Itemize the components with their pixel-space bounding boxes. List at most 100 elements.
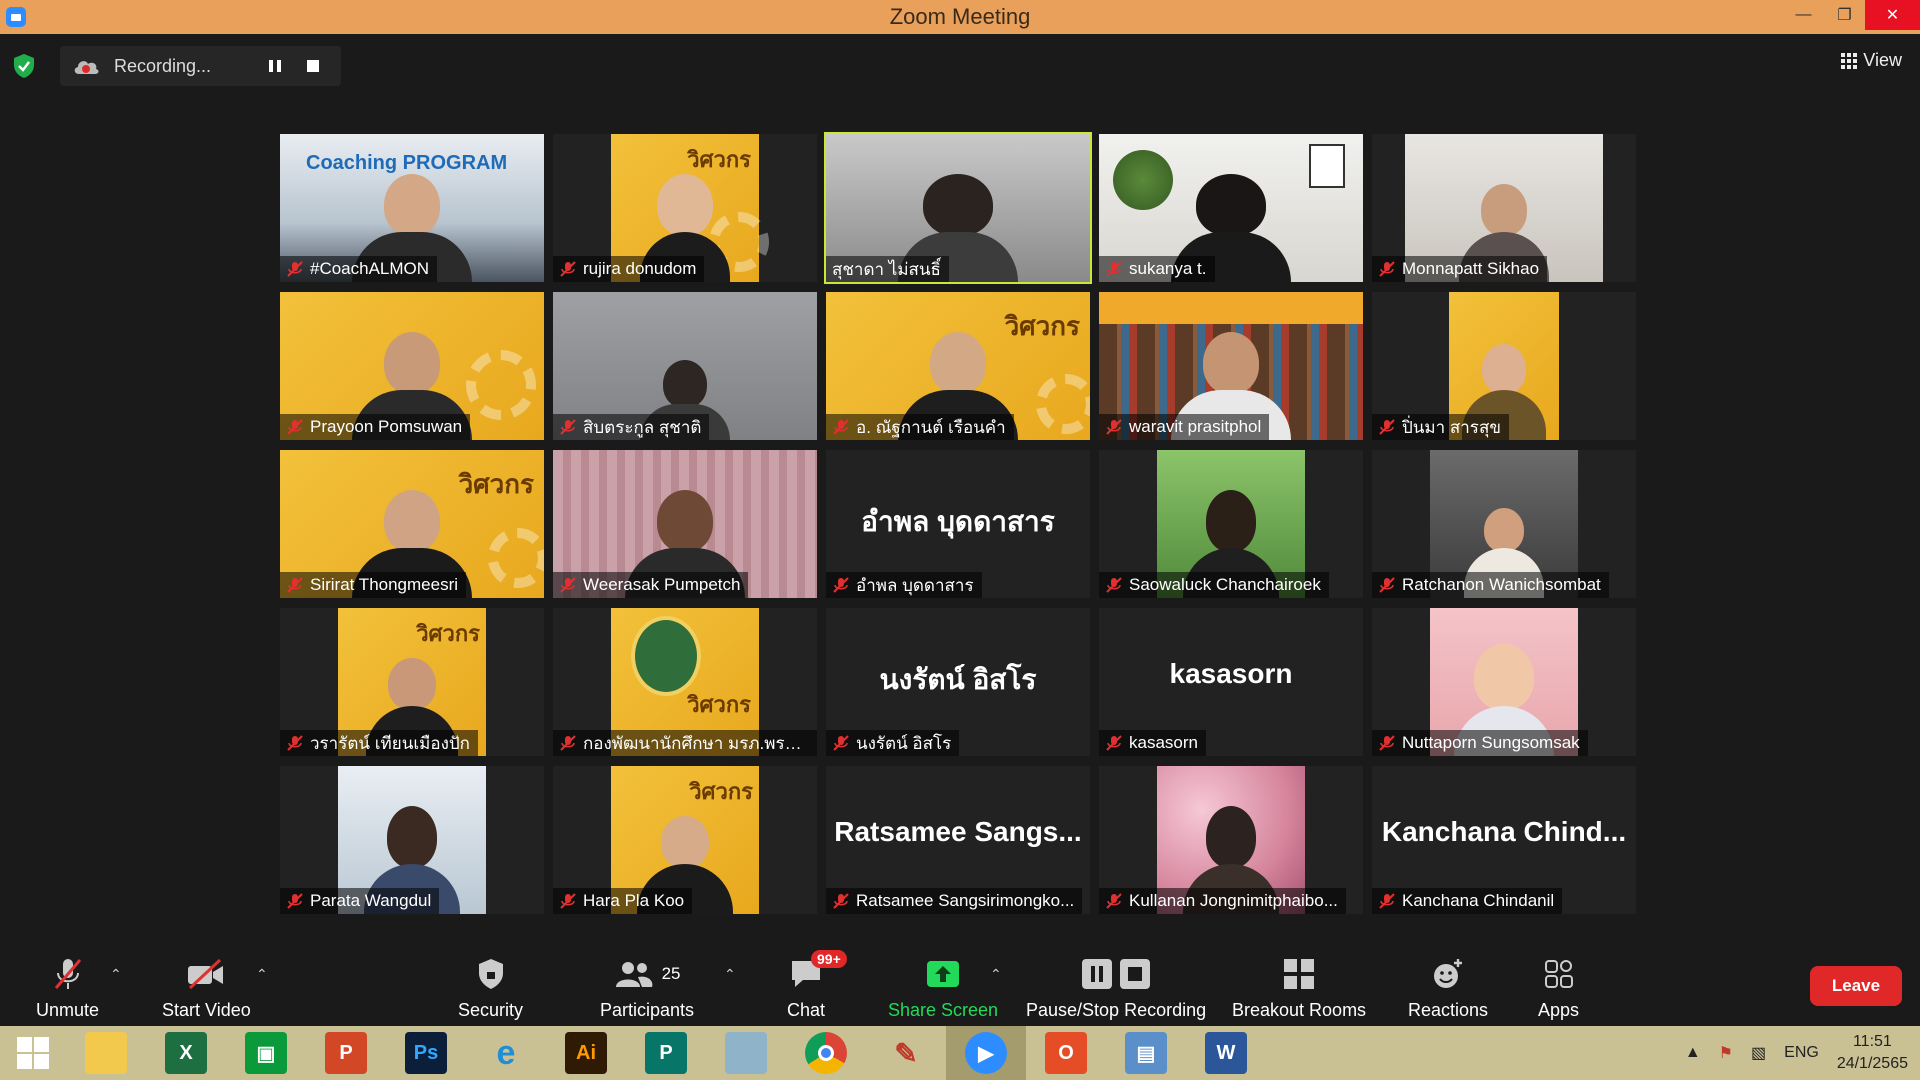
participant-tile-active-speaker[interactable]: สุชาดา ไม่สนธิ์ — [824, 132, 1092, 284]
participant-tile[interactable]: วิศวกร rujira donudom — [553, 134, 817, 282]
participant-tile[interactable]: Weerasak Pumpetch — [553, 450, 817, 598]
participant-name: วรารัตน์ เทียนเมืองปัก — [310, 733, 470, 753]
clock-time: 11:51 — [1852, 1033, 1892, 1050]
pause-stop-recording-button[interactable]: Pause/Stop Recording — [1026, 954, 1206, 1021]
os-taskbar: X ▣ P Ps e Ai P ✎ ▶ O ▤ W ▲ ⚑ ▧ ENG 11:5… — [0, 1026, 1920, 1080]
meeting-toolbar: Unmute ⌃ Start Video ⌃ Security 25 Parti… — [0, 944, 1920, 1026]
start-button[interactable] — [0, 1026, 66, 1080]
participant-tile[interactable]: อำพล บุดดาสาร อำพล บุดดาสาร — [826, 450, 1090, 598]
participant-tile[interactable]: Monnapatt Sikhao — [1372, 134, 1636, 282]
participant-tile[interactable]: วิศวกร Hara Pla Koo — [553, 766, 817, 914]
taskbar-zoom[interactable]: ▶ — [946, 1026, 1026, 1080]
breakout-rooms-button[interactable]: Breakout Rooms — [1232, 954, 1366, 1021]
taskbar-notes[interactable] — [706, 1026, 786, 1080]
participant-tile[interactable]: วิศวกร Sirirat Thongmeesri — [280, 450, 544, 598]
participant-tile[interactable]: Ratsamee Sangs... Ratsamee Sangsirimongk… — [826, 766, 1090, 914]
system-clock[interactable]: 11:51 24/1/2565 — [1837, 1031, 1908, 1075]
reactions-button[interactable]: Reactions — [1408, 954, 1488, 1021]
zoom-icon: ▶ — [965, 1032, 1007, 1074]
participant-tile[interactable]: Saowaluck Chanchairoek — [1099, 450, 1363, 598]
close-icon[interactable]: ✕ — [1865, 0, 1920, 30]
view-button[interactable]: View — [1841, 50, 1902, 71]
taskbar-publisher[interactable]: P — [626, 1026, 706, 1080]
muted-mic-icon — [833, 893, 849, 909]
participant-tile[interactable]: วิศวกร กองพัฒนานักศึกษา มรภ.พระนคร — [553, 608, 817, 756]
encryption-shield-icon[interactable] — [10, 52, 38, 80]
tray-overflow-icon[interactable]: ▲ — [1685, 1044, 1701, 1062]
powerpoint-icon: P — [325, 1032, 367, 1074]
participant-tile[interactable]: Nuttaporn Sungsomsak — [1372, 608, 1636, 756]
taskbar-illustrator[interactable]: Ai — [546, 1026, 626, 1080]
share-screen-button[interactable]: Share Screen — [888, 954, 998, 1021]
minimize-icon[interactable]: — — [1783, 0, 1824, 30]
participant-tile[interactable]: Kullanan Jongnimitphaibo... — [1099, 766, 1363, 914]
participant-tile[interactable]: นงรัตน์ อิสโร นงรัตน์ อิสโร — [826, 608, 1090, 756]
breakout-rooms-label: Breakout Rooms — [1232, 1000, 1367, 1020]
taskbar-control-panel[interactable]: ▤ — [1106, 1026, 1186, 1080]
taskbar-word[interactable]: W — [1186, 1026, 1266, 1080]
participant-name: Nuttaporn Sungsomsak — [1402, 733, 1580, 752]
participant-namebar: วรารัตน์ เทียนเมืองปัก — [280, 730, 478, 756]
participant-name: Prayoon Pomsuwan — [310, 417, 463, 436]
participant-tile[interactable]: ปิ่นมา สารสุข — [1372, 292, 1636, 440]
participant-namebar: Monnapatt Sikhao — [1372, 256, 1548, 282]
illustrator-icon: Ai — [565, 1032, 607, 1074]
participant-namebar: Kanchana Chindanil — [1372, 888, 1563, 914]
participant-name: สิบตระกูล สุชาติ — [583, 417, 702, 437]
taskbar-photoshop[interactable]: Ps — [386, 1026, 466, 1080]
taskbar-powerpoint[interactable]: P — [306, 1026, 386, 1080]
share-options-caret[interactable]: ⌃ — [990, 966, 1002, 983]
participant-tile[interactable]: Ratchanon Wanichsombat — [1372, 450, 1636, 598]
apps-icon — [1544, 960, 1573, 988]
participant-tile[interactable]: kasasorn kasasorn — [1099, 608, 1363, 756]
restore-icon[interactable]: ❐ — [1824, 0, 1865, 30]
input-language[interactable]: ENG — [1784, 1044, 1819, 1062]
network-icon[interactable]: ▧ — [1751, 1043, 1766, 1063]
participant-namebar: Prayoon Pomsuwan — [280, 414, 471, 440]
store-icon: ▣ — [245, 1032, 287, 1074]
security-label: Security — [458, 1000, 524, 1020]
participants-button[interactable]: 25 Participants — [600, 954, 694, 1021]
taskbar-paint[interactable]: ✎ — [866, 1026, 946, 1080]
participant-tile[interactable]: วิศวกร อ. ณัฐกานต์ เรือนคำ — [826, 292, 1090, 440]
participant-tile[interactable]: Prayoon Pomsuwan — [280, 292, 544, 440]
participant-namebar: Nuttaporn Sungsomsak — [1372, 730, 1588, 756]
participant-namebar: นงรัตน์ อิสโร — [826, 730, 960, 756]
muted-mic-icon — [1379, 261, 1395, 277]
pause-recording-icon[interactable] — [261, 52, 289, 80]
unmute-button[interactable]: Unmute — [36, 954, 99, 1021]
muted-mic-icon — [287, 419, 303, 435]
taskbar-file-explorer[interactable] — [66, 1026, 146, 1080]
share-screen-label: Share Screen — [888, 1000, 999, 1020]
stop-recording-icon[interactable] — [299, 52, 327, 80]
participant-tile[interactable]: Parata Wangdul — [280, 766, 544, 914]
participant-tile[interactable]: สิบตระกูล สุชาติ — [553, 292, 817, 440]
apps-button[interactable]: Apps — [1538, 954, 1579, 1021]
muted-mic-icon — [287, 735, 303, 751]
participant-tile[interactable]: Coaching PROGRAM #CoachALMON — [280, 134, 544, 282]
participant-tile[interactable]: sukanya t. — [1099, 134, 1363, 282]
taskbar-chrome[interactable] — [786, 1026, 866, 1080]
taskbar-excel[interactable]: X — [146, 1026, 226, 1080]
participant-display-name: อำพล บุดดาสาร — [861, 506, 1055, 537]
security-button[interactable]: Security — [458, 954, 523, 1021]
participant-tile[interactable]: วิศวกร วรารัตน์ เทียนเมืองปัก — [280, 608, 544, 756]
muted-mic-icon — [833, 735, 849, 751]
muted-mic-icon — [560, 419, 576, 435]
leave-button[interactable]: Leave — [1810, 966, 1902, 1006]
taskbar-office[interactable]: O — [1026, 1026, 1106, 1080]
taskbar-internet-explorer[interactable]: e — [466, 1026, 546, 1080]
action-center-flag-icon[interactable]: ⚑ — [1719, 1043, 1733, 1063]
participant-tile[interactable]: waravit prasitphol — [1099, 292, 1363, 440]
participant-namebar: Parata Wangdul — [280, 888, 440, 914]
audio-options-caret[interactable]: ⌃ — [110, 966, 122, 983]
participant-name: sukanya t. — [1129, 259, 1207, 278]
muted-mic-icon — [1379, 577, 1395, 593]
participants-options-caret[interactable]: ⌃ — [724, 966, 736, 983]
participant-namebar: sukanya t. — [1099, 256, 1215, 282]
participant-tile[interactable]: Kanchana Chind... Kanchana Chindanil — [1372, 766, 1636, 914]
video-options-caret[interactable]: ⌃ — [256, 966, 268, 983]
chat-button[interactable]: 99+ Chat — [787, 950, 847, 1021]
taskbar-store[interactable]: ▣ — [226, 1026, 306, 1080]
start-video-button[interactable]: Start Video — [162, 954, 251, 1021]
